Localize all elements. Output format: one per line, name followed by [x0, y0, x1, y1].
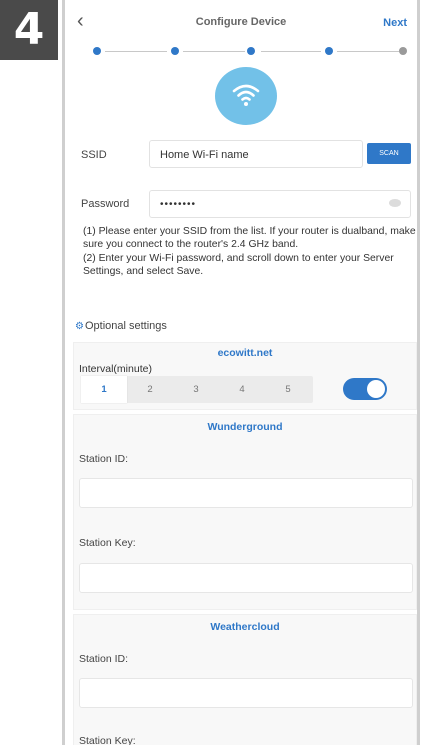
instruction-step-2: (2) Enter your Wi-Fi password, and scrol…	[83, 252, 394, 278]
show-password-eye-icon[interactable]	[389, 199, 401, 207]
next-button[interactable]: Next	[383, 17, 407, 29]
setup-instructions: (1) Please enter your SSID from the list…	[83, 225, 417, 279]
toggle-knob	[367, 380, 385, 398]
step-dot-complete	[171, 47, 179, 55]
wunderground-station-key-label: Station Key:	[79, 537, 136, 549]
stepper-line	[337, 51, 399, 52]
interval-option-5[interactable]: 5	[265, 376, 311, 403]
password-input[interactable]: ••••••••	[149, 190, 411, 218]
interval-option-3[interactable]: 3	[173, 376, 219, 403]
instruction-step-1: (1) Please enter your SSID from the list…	[83, 226, 416, 251]
wunderground-title: Wunderground	[207, 421, 283, 433]
ecowitt-upload-toggle[interactable]	[343, 378, 387, 400]
step-dot-pending	[399, 47, 407, 55]
wunderground-station-id-input[interactable]	[79, 478, 413, 508]
interval-option-4[interactable]: 4	[219, 376, 265, 403]
interval-option-2[interactable]: 2	[127, 376, 173, 403]
ssid-input[interactable]: Home Wi-Fi name	[149, 140, 363, 168]
wunderground-station-id-label: Station ID:	[79, 453, 129, 465]
step-number-badge: 4	[0, 0, 58, 60]
step-dot-complete	[93, 47, 101, 55]
optional-settings-heading: ⚙Optional settings	[75, 320, 167, 332]
wifi-icon	[215, 67, 277, 125]
progress-stepper	[93, 47, 407, 57]
scan-button[interactable]: SCAN	[367, 143, 411, 164]
ssid-label: SSID	[81, 149, 107, 161]
stepper-line	[105, 51, 167, 52]
stepper-line	[183, 51, 245, 52]
interval-label: Interval(minute)	[79, 363, 152, 375]
page-title: Configure Device	[195, 16, 287, 28]
weathercloud-title: Weathercloud	[210, 621, 280, 633]
weathercloud-station-id-input[interactable]	[79, 678, 413, 708]
step-dot-complete	[247, 47, 255, 55]
step-dot-current	[325, 47, 333, 55]
interval-selector: 1 2 3 4 5	[81, 376, 313, 403]
phone-screen: ‹ Configure Device Next SSID Home Wi-Fi …	[62, 0, 420, 745]
interval-option-1[interactable]: 1	[81, 376, 127, 403]
gear-icon: ⚙	[75, 321, 84, 332]
weathercloud-station-key-label: Station Key:	[79, 735, 136, 745]
password-label: Password	[81, 198, 130, 210]
optional-settings-label: Optional settings	[84, 320, 167, 332]
stepper-line	[261, 51, 321, 52]
weathercloud-station-id-label: Station ID:	[79, 653, 129, 665]
app-header: ‹ Configure Device Next	[65, 0, 417, 44]
ecowitt-title: ecowitt.net	[217, 347, 273, 359]
wunderground-station-key-input[interactable]	[79, 563, 413, 593]
